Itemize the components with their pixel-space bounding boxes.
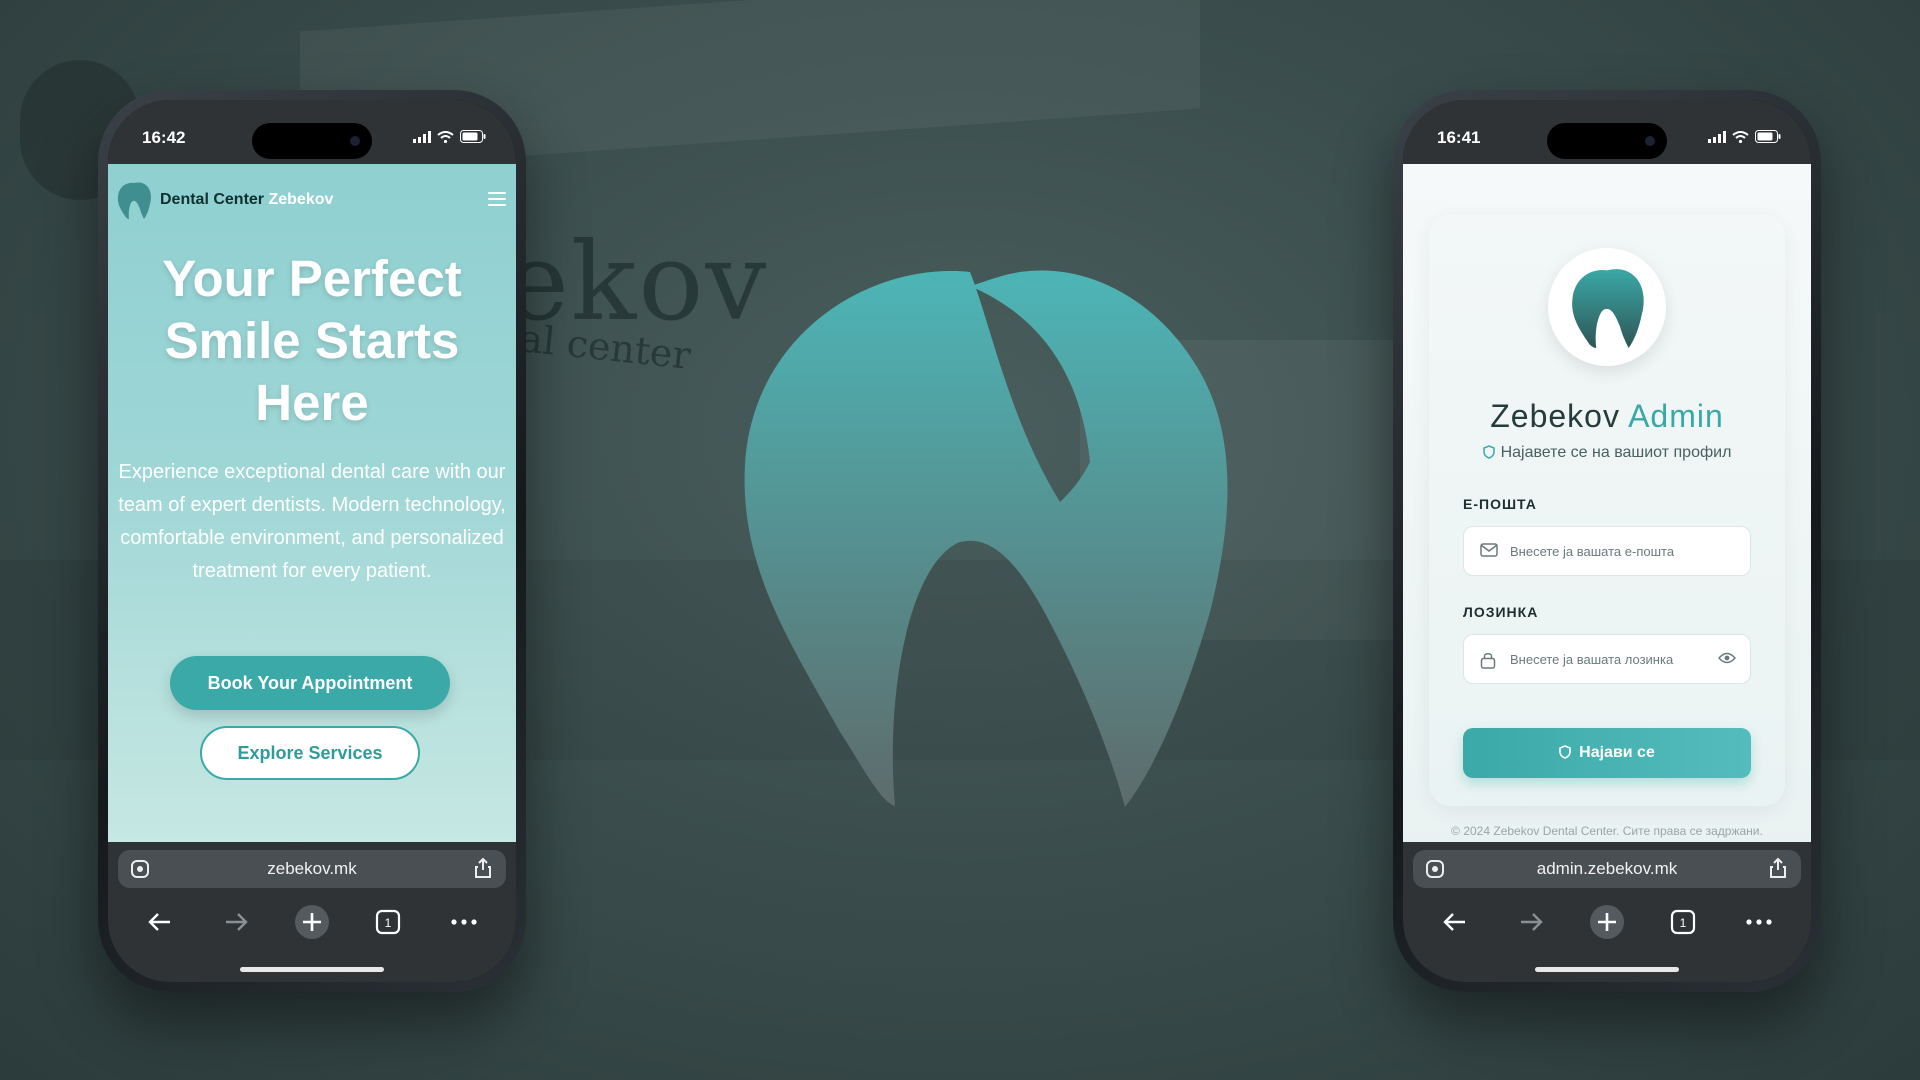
wifi-icon [1732, 131, 1749, 143]
shield-icon [1482, 445, 1495, 459]
browser-toolbar: admin.zebekov.mk 1 [1403, 842, 1811, 982]
status-time: 16:41 [1437, 128, 1481, 147]
url-text[interactable]: zebekov.mk [267, 859, 356, 878]
menu-icon[interactable] [488, 192, 506, 210]
forward-button[interactable] [1511, 902, 1551, 942]
lens-icon[interactable] [130, 859, 150, 879]
status-bar: 16:42 [108, 100, 516, 164]
mail-icon [1480, 543, 1498, 557]
back-button[interactable] [140, 902, 180, 942]
lens-icon[interactable] [1425, 859, 1445, 879]
tooth-logo-icon [744, 270, 1228, 807]
more-button[interactable] [1739, 902, 1779, 942]
tabs-icon: 1 [375, 909, 401, 935]
new-tab-button[interactable] [292, 902, 332, 942]
lock-icon [1480, 653, 1496, 669]
browser-nav: 1 [1403, 896, 1811, 948]
share-icon[interactable] [1769, 858, 1787, 878]
eye-icon[interactable] [1718, 652, 1736, 664]
login-card: Zebekov Admin Најавете се на вашиот проф… [1429, 214, 1785, 806]
copyright: © 2024 Zebekov Dental Center. Сите права… [1451, 824, 1763, 838]
site-header: Dental Center Zebekov [116, 180, 506, 220]
signal-icon [1708, 131, 1726, 143]
phone-screen: 16:41 Zebekov Admin Најавете се на вашио… [1403, 100, 1811, 982]
admin-login-screen: Zebekov Admin Најавете се на вашиот проф… [1403, 164, 1811, 854]
login-button-label: Најави се [1579, 744, 1655, 761]
status-bar: 16:41 [1403, 100, 1811, 164]
password-placeholder: Внесете ја вашата лозинка [1510, 652, 1674, 667]
battery-icon [1755, 130, 1781, 143]
phone-left: 16:42 Dental Center Zebekov Your Perfect… [98, 90, 526, 992]
dynamic-island [1547, 123, 1667, 159]
shield-icon [1559, 745, 1571, 759]
hero-title: Your Perfect Smile Starts Here [162, 250, 462, 431]
battery-icon [460, 130, 486, 143]
book-appointment-button[interactable]: Book Your Appointment [170, 656, 450, 710]
svg-text:1: 1 [385, 916, 392, 930]
password-field[interactable]: Внесете ја вашата лозинка [1463, 634, 1751, 684]
new-tab-button[interactable] [1587, 902, 1627, 942]
admin-subtitle: Најавете се на вашиот профил [1429, 444, 1785, 462]
brand-prefix: Dental Center [160, 191, 265, 208]
admin-logo [1548, 248, 1666, 366]
plus-icon [295, 905, 329, 939]
wifi-icon [437, 131, 454, 143]
more-button[interactable] [444, 902, 484, 942]
brand-name[interactable]: Dental Center Zebekov [160, 191, 333, 209]
signal-icon [413, 131, 431, 143]
home-indicator[interactable] [240, 967, 384, 972]
brand-accent: Zebekov [268, 191, 334, 208]
more-icon [451, 919, 477, 925]
email-label: Е-ПОШТА [1463, 496, 1537, 512]
arrow-right-icon [1521, 913, 1543, 931]
arrow-left-icon [1443, 913, 1465, 931]
tooth-logo-icon [1572, 269, 1644, 348]
title-accent: Admin [1628, 398, 1724, 434]
login-button[interactable]: Најави се [1463, 728, 1751, 778]
share-icon[interactable] [474, 858, 492, 878]
camera-icon [350, 136, 360, 146]
subtitle-text: Најавете се на вашиот профил [1500, 444, 1732, 461]
admin-title: Zebekov Admin [1429, 398, 1785, 435]
back-button[interactable] [1435, 902, 1475, 942]
more-icon [1746, 919, 1772, 925]
title-prefix: Zebekov [1490, 398, 1620, 434]
address-bar[interactable]: admin.zebekov.mk [1413, 850, 1801, 888]
phone-screen: 16:42 Dental Center Zebekov Your Perfect… [108, 100, 516, 982]
camera-icon [1645, 136, 1655, 146]
explore-services-button[interactable]: Explore Services [200, 726, 420, 780]
hero-description: Experience exceptional dental care with … [118, 461, 506, 582]
tabs-button[interactable]: 1 [1663, 902, 1703, 942]
browser-nav: 1 [108, 896, 516, 948]
email-field[interactable]: Внесете ја вашата е-пошта [1463, 526, 1751, 576]
dynamic-island [252, 123, 372, 159]
arrow-left-icon [148, 913, 170, 931]
phone-right: 16:41 Zebekov Admin Најавете се на вашио… [1393, 90, 1821, 992]
svg-text:1: 1 [1680, 916, 1687, 930]
browser-toolbar: zebekov.mk 1 [108, 842, 516, 982]
url-text[interactable]: admin.zebekov.mk [1537, 859, 1677, 878]
brand-logo-icon[interactable] [116, 181, 152, 219]
arrow-right-icon [226, 913, 248, 931]
forward-button[interactable] [216, 902, 256, 942]
password-label: ЛОЗИНКА [1463, 604, 1539, 620]
website-screen: Dental Center Zebekov Your Perfect Smile… [108, 164, 516, 854]
tabs-button[interactable]: 1 [368, 902, 408, 942]
address-bar[interactable]: zebekov.mk [118, 850, 506, 888]
tabs-icon: 1 [1670, 909, 1696, 935]
home-indicator[interactable] [1535, 967, 1679, 972]
status-time: 16:42 [142, 128, 186, 147]
plus-icon [1590, 905, 1624, 939]
email-placeholder: Внесете ја вашата е-пошта [1510, 544, 1675, 559]
